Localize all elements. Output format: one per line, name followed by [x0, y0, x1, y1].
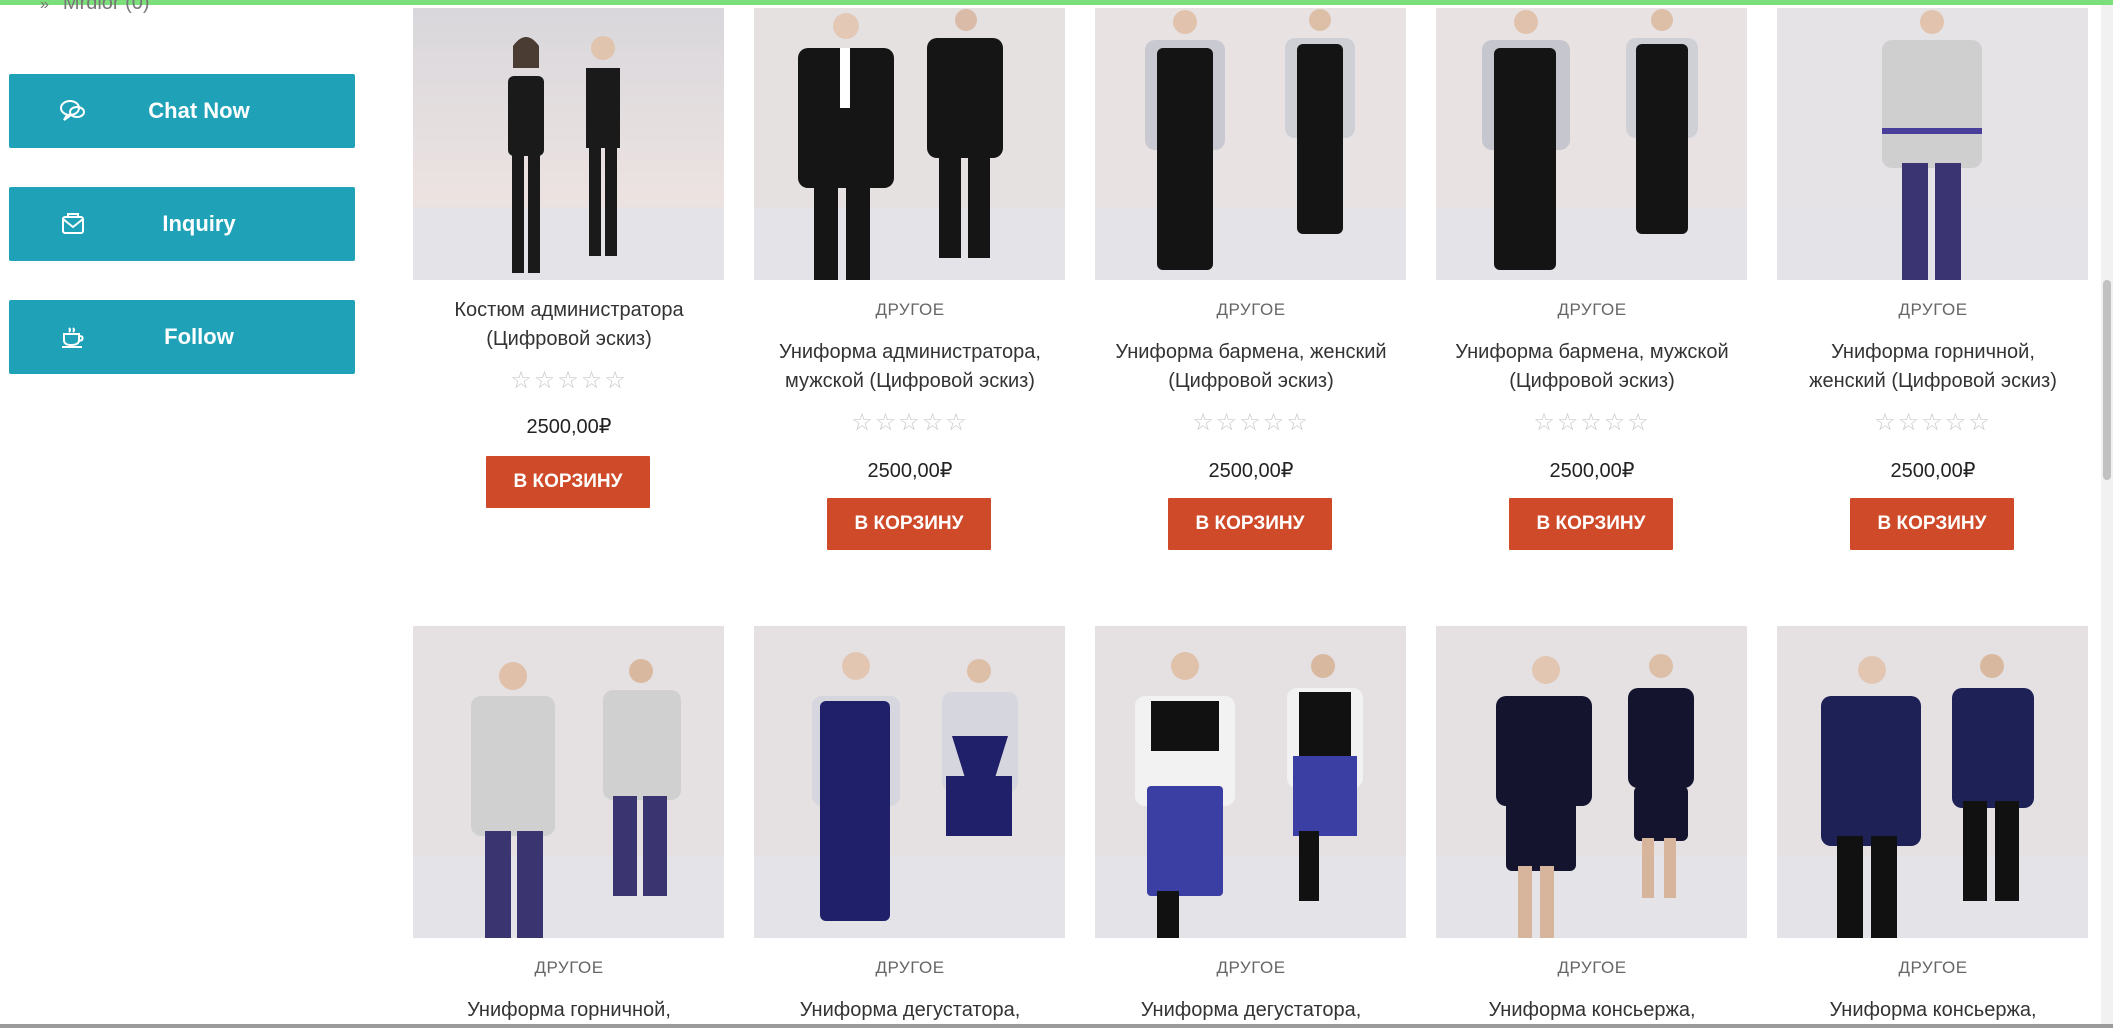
product-image[interactable] [1777, 8, 2088, 320]
product-price: 2500,00₽ [526, 416, 612, 438]
add-to-cart-button[interactable]: В КОРЗИНУ [827, 498, 991, 550]
add-to-cart-button[interactable]: В КОРЗИНУ [1850, 498, 2014, 550]
mail-icon [59, 211, 87, 237]
product-category[interactable]: ДРУГОЕ [1436, 300, 1748, 320]
product-image[interactable] [1436, 8, 1747, 320]
product-price: 2500,00₽ [1549, 460, 1635, 482]
product-image[interactable] [1095, 8, 1406, 320]
sidebar-category-label: Mrdior (0) [62, 0, 150, 14]
product-category[interactable]: ДРУГОЕ [1436, 958, 1748, 978]
product-category[interactable]: ДРУГОЕ [413, 958, 725, 978]
product-price: 2500,00₽ [1890, 460, 1976, 482]
chat-icon [59, 98, 87, 124]
product-price: 2500,00₽ [867, 460, 953, 482]
chat-now-button[interactable]: Chat Now [9, 74, 355, 148]
product-category[interactable]: ДРУГОЕ [754, 958, 1066, 978]
product-image[interactable] [1436, 626, 1747, 938]
inquiry-button[interactable]: Inquiry [9, 187, 355, 261]
add-to-cart-button[interactable]: В КОРЗИНУ [1168, 498, 1332, 550]
product-category[interactable]: ДРУГОЕ [1777, 300, 2089, 320]
product-image[interactable] [1777, 626, 2088, 938]
product-title[interactable]: Униформа бармена, женский (Цифровой эскиз… [1095, 338, 1407, 396]
scrollbar-track[interactable] [2101, 5, 2113, 1028]
rating-stars: ☆☆☆☆☆ [1874, 409, 1992, 436]
product-price: 2500,00₽ [1208, 460, 1294, 482]
sidebar-category-item[interactable]: » Mrdior (0) [40, 0, 150, 15]
product-title[interactable]: Униформа администратора, мужской (Цифрово… [754, 338, 1066, 396]
bottom-border [0, 1024, 2113, 1028]
rating-stars: ☆☆☆☆☆ [1533, 409, 1651, 436]
product-title[interactable]: Униформа консьержа, [1777, 996, 2089, 1025]
cup-icon [59, 324, 87, 350]
product-title[interactable]: Униформа консьержа, [1436, 996, 1748, 1025]
rating-stars: ☆☆☆☆☆ [510, 367, 628, 394]
product-title[interactable]: Костюм администратора (Цифровой эскиз) [413, 296, 725, 354]
product-title[interactable]: Униформа горничной, женский (Цифровой эск… [1777, 338, 2089, 396]
product-image[interactable] [754, 626, 1065, 938]
product-image[interactable] [1095, 626, 1406, 938]
product-title[interactable]: Униформа горничной, [413, 996, 725, 1025]
double-chevron-icon: » [40, 0, 49, 13]
product-title[interactable]: Униформа бармена, мужской (Цифровой эскиз… [1436, 338, 1748, 396]
scrollbar-thumb[interactable] [2103, 280, 2111, 480]
rating-stars: ☆☆☆☆☆ [851, 409, 969, 436]
top-accent-bar [0, 0, 2113, 5]
product-category[interactable]: ДРУГОЕ [1095, 958, 1407, 978]
product-title[interactable]: Униформа дегустатора, [754, 996, 1066, 1025]
rating-stars: ☆☆☆☆☆ [1192, 409, 1310, 436]
product-image[interactable] [754, 8, 1065, 320]
product-title[interactable]: Униформа дегустатора, [1095, 996, 1407, 1025]
product-category[interactable]: ДРУГОЕ [1777, 958, 2089, 978]
product-category[interactable]: ДРУГОЕ [754, 300, 1066, 320]
product-category[interactable]: ДРУГОЕ [1095, 300, 1407, 320]
product-image[interactable] [413, 8, 724, 320]
follow-button[interactable]: Follow [9, 300, 355, 374]
add-to-cart-button[interactable]: В КОРЗИНУ [1509, 498, 1673, 550]
add-to-cart-button[interactable]: В КОРЗИНУ [486, 456, 650, 508]
product-image[interactable] [413, 626, 724, 938]
